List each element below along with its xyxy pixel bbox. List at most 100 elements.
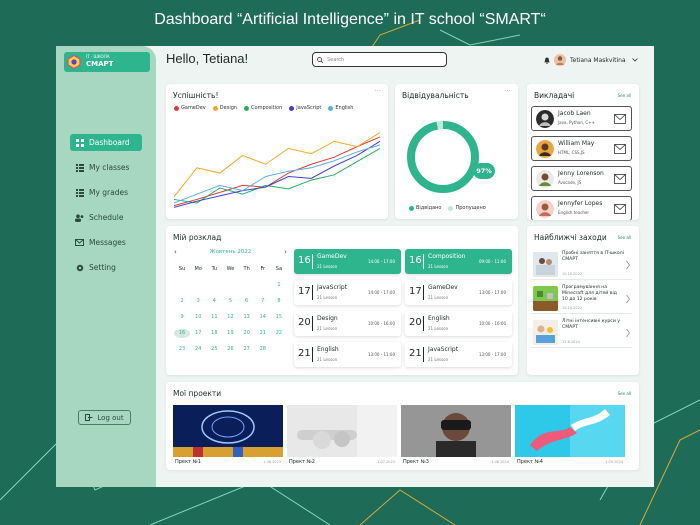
- calendar-day[interactable]: 16: [174, 329, 191, 338]
- project-date: 1.09.2024: [605, 460, 623, 464]
- teacher-name: William May: [558, 140, 595, 147]
- schedule-slot[interactable]: 20 English 21 Lesson 10:00 - 16:00: [405, 311, 512, 336]
- calendar-day[interactable]: 27: [239, 345, 255, 354]
- project-image: [173, 405, 283, 457]
- calendar-day[interactable]: 25: [206, 345, 222, 354]
- calendar-day[interactable]: 24: [190, 345, 206, 354]
- slot-time: 13:00 - 17:00: [478, 290, 506, 295]
- legend-label: English: [335, 105, 354, 111]
- calendar-day[interactable]: 6: [239, 297, 255, 306]
- slot-day: 21: [298, 348, 311, 359]
- calendar-day[interactable]: 26: [222, 345, 238, 354]
- teacher-item[interactable]: Jacob Laen Java, Python, C++: [531, 106, 632, 131]
- more-icon[interactable]: ···: [504, 87, 511, 95]
- logout-button[interactable]: Log out: [78, 410, 131, 425]
- avatar[interactable]: [554, 54, 566, 66]
- project-name: Прект №1: [175, 459, 201, 465]
- slot-day: 20: [298, 317, 311, 328]
- slot-day: 17: [409, 286, 422, 297]
- teacher-item[interactable]: Jennyfer Lopes English teacher: [531, 196, 632, 220]
- hexagon-logo-icon: [67, 55, 81, 69]
- event-item[interactable]: Пробні заняття в IT-школі СМАРТ 10.10.20…: [531, 250, 632, 280]
- see-all-link[interactable]: See all: [618, 235, 631, 240]
- project-item[interactable]: Прект №3 1.08.2024: [401, 405, 511, 467]
- calendar-day[interactable]: 7: [255, 297, 271, 306]
- schedule-slot[interactable]: 16 Composition 21 Lesson 09:00 - 11:00: [405, 249, 512, 274]
- slot-lesson: 21 Lesson: [428, 264, 449, 269]
- sidebar-item-my-classes[interactable]: My classes: [70, 159, 142, 176]
- calendar-day[interactable]: 10: [190, 313, 206, 322]
- teacher-item[interactable]: Jenny Lorenson Avocade, JS: [531, 166, 632, 191]
- more-icon[interactable]: ···: [374, 87, 381, 95]
- calendar-day[interactable]: 4: [206, 297, 222, 306]
- next-month-button[interactable]: ›: [284, 248, 287, 256]
- calendar-day[interactable]: 19: [222, 329, 238, 338]
- sidebar-item-messages[interactable]: Messages: [70, 234, 142, 251]
- mail-icon[interactable]: [614, 174, 626, 184]
- calendar-day[interactable]: 17: [190, 329, 206, 338]
- attendance-percent-badge: 97%: [473, 163, 495, 179]
- slot-divider: [312, 316, 313, 331]
- event-item[interactable]: Літні інтенсивні курси у СМАРТ 12.6.2024: [531, 318, 632, 348]
- schedule-slot[interactable]: 16 GameDev 21 Lesson 14:00 - 17:00: [294, 249, 401, 274]
- prev-month-button[interactable]: ‹: [174, 248, 177, 256]
- mail-icon[interactable]: [614, 144, 626, 154]
- logo-text: СМАРТ: [86, 60, 114, 68]
- legend-label: JavaScript: [296, 105, 322, 111]
- chevron-down-icon[interactable]: [631, 58, 638, 62]
- chevron-right-icon[interactable]: [626, 293, 630, 305]
- teacher-item[interactable]: William May HTML, CSS,JS: [531, 136, 632, 161]
- project-item[interactable]: Прект №4 1.09.2024: [515, 405, 625, 467]
- mail-icon[interactable]: [614, 114, 626, 124]
- sidebar-item-my-grades[interactable]: My grades: [70, 184, 142, 201]
- event-thumbnail: [533, 320, 558, 345]
- user-menu[interactable]: Tetiana Maskvitina: [544, 53, 638, 67]
- chevron-right-icon[interactable]: [626, 259, 630, 271]
- calendar-day[interactable]: 2: [174, 297, 190, 306]
- bell-icon[interactable]: [544, 57, 550, 64]
- schedule-slot[interactable]: 21 JavaScript 21 Lesson 13:00 - 17:00: [405, 342, 512, 367]
- calendar-empty-cell: [222, 281, 238, 290]
- calendar-day[interactable]: 11: [206, 313, 222, 322]
- calendar-day[interactable]: 9: [174, 313, 190, 322]
- slot-subject: JavaScript: [428, 346, 459, 353]
- slot-lesson: 21 Lesson: [317, 326, 338, 331]
- calendar-day[interactable]: 14: [255, 313, 271, 322]
- project-date: 1.07.2023: [377, 460, 395, 464]
- calendar-day[interactable]: 3: [190, 297, 206, 306]
- legend-dot: [289, 105, 295, 111]
- event-item[interactable]: Програмування на Minecraft для дітей від…: [531, 284, 632, 314]
- calendar-day[interactable]: 12: [222, 313, 238, 322]
- calendar-empty-cell: [239, 281, 255, 290]
- see-all-link[interactable]: See all: [618, 391, 631, 396]
- calendar-day[interactable]: 1: [271, 281, 287, 290]
- event-thumbnail: [533, 252, 558, 277]
- calendar-day[interactable]: 22: [271, 329, 287, 338]
- sidebar-item-schedule[interactable]: Schedule: [70, 209, 142, 226]
- calendar-day[interactable]: 21: [255, 329, 271, 338]
- calendar-day[interactable]: 5: [222, 297, 238, 306]
- calendar-day[interactable]: 13: [239, 313, 255, 322]
- calendar-day[interactable]: 23: [174, 345, 190, 354]
- sidebar-item-setting[interactable]: Setting: [70, 259, 142, 276]
- calendar-day[interactable]: 8: [271, 297, 287, 306]
- schedule-slot[interactable]: 20 Design 21 Lesson 10:00 - 16:00: [294, 311, 401, 336]
- calendar-day[interactable]: 18: [206, 329, 222, 338]
- see-all-link[interactable]: See all: [618, 93, 631, 98]
- sidebar-item-dashboard[interactable]: Dashboard: [70, 134, 142, 151]
- project-item[interactable]: Прект №1 1.06.2023: [173, 405, 283, 467]
- schedule-slot[interactable]: 21 English 21 Lesson 13:00 - 11:00: [294, 342, 401, 367]
- calendar-day[interactable]: 28: [255, 345, 271, 354]
- search-input[interactable]: Search: [312, 52, 447, 67]
- schedule-slot[interactable]: 17 JavaScript 21 Lesson 14:00 - 17:00: [294, 280, 401, 305]
- schedule-slot[interactable]: 17 GameDev 21 Lesson 13:00 - 17:00: [405, 280, 512, 305]
- mail-icon[interactable]: [614, 204, 626, 214]
- calendar-day[interactable]: 20: [239, 329, 255, 338]
- slot-divider: [312, 285, 313, 300]
- calendar-day[interactable]: 15: [271, 313, 287, 322]
- chevron-right-icon[interactable]: [626, 327, 630, 339]
- sidebar-item-label: Setting: [89, 263, 116, 272]
- legend-dot: [409, 205, 414, 211]
- logo[interactable]: IT · ШКОЛА СМАРТ: [64, 52, 150, 72]
- project-item[interactable]: Прект №2 1.07.2023: [287, 405, 397, 467]
